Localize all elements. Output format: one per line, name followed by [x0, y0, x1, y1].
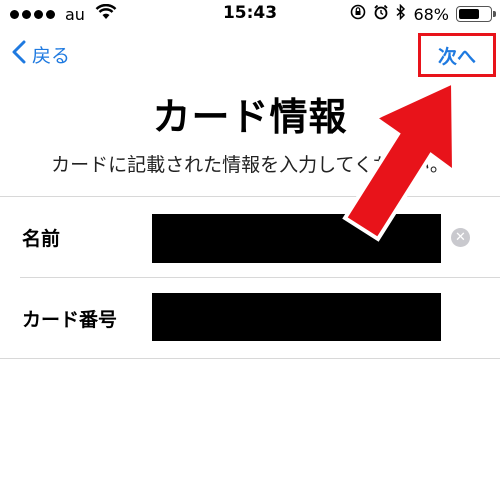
chevron-left-icon	[12, 40, 26, 69]
card-number-label: カード番号	[22, 308, 118, 331]
name-input[interactable]	[152, 214, 441, 263]
page-subtitle: カードに記載された情報を入力してください。	[51, 154, 449, 176]
status-right: 68%	[350, 3, 496, 25]
card-number-row: カード番号	[0, 278, 500, 358]
name-label: 名前	[22, 227, 61, 250]
clear-icon[interactable]: ✕	[451, 228, 470, 247]
battery-icon	[456, 6, 496, 22]
back-button[interactable]: 戻る	[12, 40, 70, 69]
alarm-icon	[373, 4, 389, 24]
page-title: カード情報	[152, 95, 348, 139]
status-bar: au 15:43 68%	[0, 0, 500, 30]
card-number-input[interactable]	[152, 293, 441, 341]
next-button-label: 次へ	[437, 45, 476, 68]
name-row: 名前 ✕	[0, 197, 500, 277]
divider	[0, 358, 500, 359]
back-button-label: 戻る	[32, 45, 71, 67]
orientation-lock-icon	[350, 4, 366, 24]
bluetooth-icon	[396, 3, 406, 24]
next-button[interactable]: 次へ	[418, 33, 496, 77]
battery-percent: 68%	[413, 4, 449, 24]
card-info-form: 名前 ✕ カード番号	[0, 196, 500, 359]
